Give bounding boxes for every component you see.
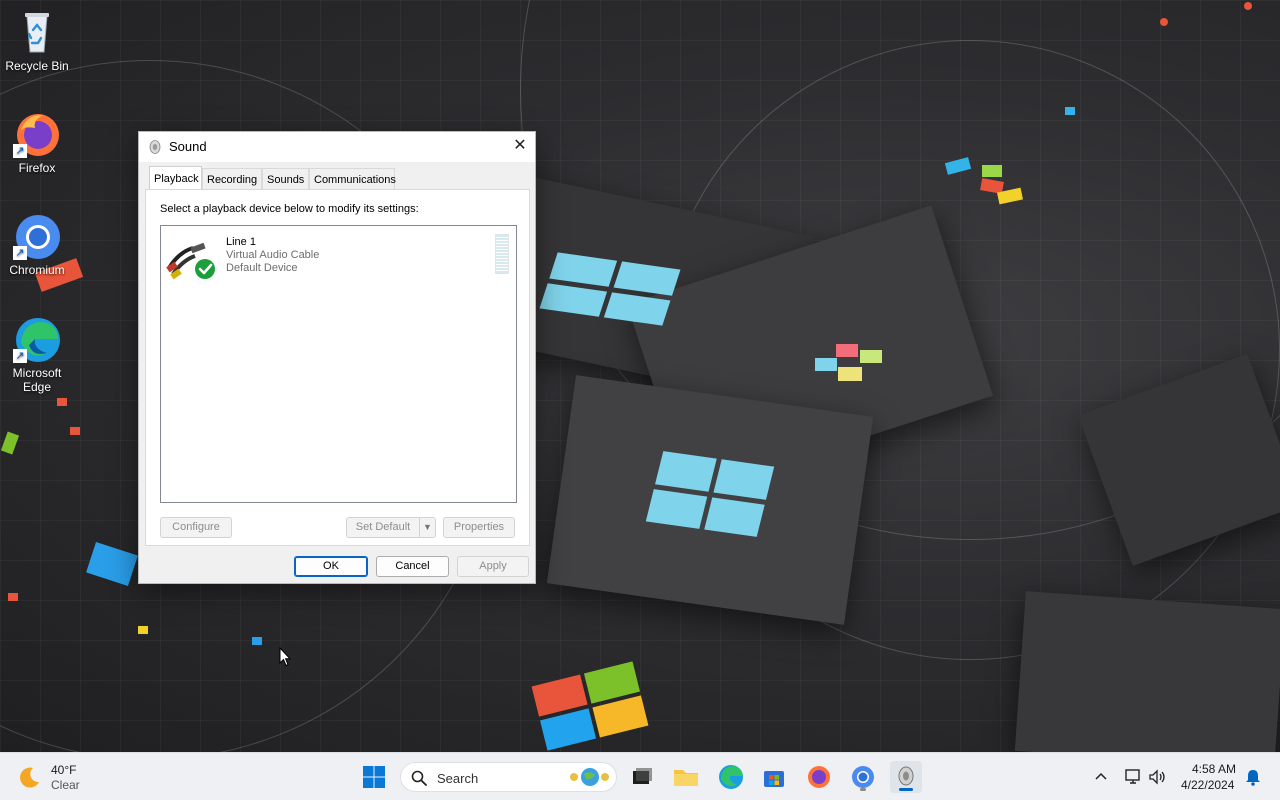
ok-button[interactable]: OK xyxy=(294,556,368,577)
clock-time[interactable]: 4:58 AM xyxy=(1192,762,1236,776)
confetti xyxy=(1160,18,1168,26)
firefox-icon: ↗ xyxy=(13,110,61,158)
task-view-button[interactable] xyxy=(626,761,658,793)
confetti xyxy=(1065,107,1075,115)
edge-icon: ↗ xyxy=(13,315,61,363)
show-hidden-icons-chevron-icon[interactable] xyxy=(1091,767,1111,787)
file-explorer-button[interactable] xyxy=(670,761,702,793)
active-indicator xyxy=(899,788,913,791)
tab-label: Communications xyxy=(314,174,396,186)
confetti xyxy=(860,350,882,363)
volume-level-meter xyxy=(495,234,509,274)
confetti xyxy=(815,358,837,371)
close-icon: ✕ xyxy=(513,137,527,154)
set-default-button[interactable]: Set Default ▼ xyxy=(346,517,436,538)
start-button[interactable] xyxy=(358,761,390,793)
weather-condition: Clear xyxy=(51,778,80,792)
edge-icon xyxy=(719,765,743,789)
tab-playback[interactable]: Playback xyxy=(149,166,202,190)
configure-button[interactable]: Configure xyxy=(160,517,232,538)
tab-communications[interactable]: Communications xyxy=(309,168,396,190)
desktop-icon-label: Chromium xyxy=(9,263,65,277)
tab-sounds[interactable]: Sounds xyxy=(262,168,309,190)
search-icon xyxy=(411,770,427,786)
button-label: Apply xyxy=(479,560,507,572)
wallpaper-card xyxy=(1014,591,1280,752)
notification-bell-icon[interactable] xyxy=(1243,767,1263,787)
tab-label: Recording xyxy=(207,174,258,186)
chromium-icon: ↗ xyxy=(13,212,61,260)
confetti xyxy=(836,344,858,357)
playback-panel: Select a playback device below to modify… xyxy=(145,189,530,546)
sound-dialog: Sound ✕ Playback Recording Sounds Commun… xyxy=(138,131,536,584)
speaker-icon xyxy=(149,140,161,154)
button-label: Configure xyxy=(172,521,220,533)
firefox-icon xyxy=(808,766,830,788)
mouse-cursor-icon xyxy=(279,647,291,667)
cancel-button[interactable]: Cancel xyxy=(376,556,449,577)
taskbar: 40°F Clear Search 4:58 AM 4/22/2024 xyxy=(0,752,1280,800)
tab-label: Playback xyxy=(154,173,199,185)
dialog-titlebar[interactable]: Sound ✕ xyxy=(139,132,535,162)
confetti xyxy=(138,626,148,634)
folder-icon xyxy=(674,770,698,786)
desktop-icon-chromium[interactable]: ↗ Chromium xyxy=(0,212,74,277)
volume-icon[interactable] xyxy=(1147,767,1167,787)
running-indicator xyxy=(860,788,866,791)
windows-logo-decoration xyxy=(645,451,775,537)
recycle-bin-icon xyxy=(13,8,61,56)
task-view-icon xyxy=(633,768,652,784)
button-label: Cancel xyxy=(395,560,430,572)
shortcut-arrow-icon: ↗ xyxy=(13,246,27,260)
desktop-icon-microsoft-edge[interactable]: ↗ Microsoft Edge xyxy=(0,315,74,394)
desktop-icon-recycle-bin[interactable]: Recycle Bin xyxy=(0,8,74,73)
device-item[interactable]: Line 1 Virtual Audio Cable Default Devic… xyxy=(165,234,509,280)
desktop-icon-label: Recycle Bin xyxy=(5,59,69,73)
desktop-icon-firefox[interactable]: ↗ Firefox xyxy=(0,110,74,175)
device-list[interactable]: Line 1 Virtual Audio Cable Default Devic… xyxy=(160,225,517,503)
moon-icon xyxy=(20,767,39,788)
dialog-title: Sound xyxy=(169,139,207,154)
store-icon xyxy=(764,771,784,787)
tab-recording[interactable]: Recording xyxy=(202,168,262,190)
confetti xyxy=(57,398,67,406)
chromium-taskbar-button[interactable] xyxy=(847,761,879,793)
shortcut-arrow-icon: ↗ xyxy=(13,144,27,158)
dropdown-arrow-icon[interactable]: ▼ xyxy=(419,518,435,537)
confetti xyxy=(70,427,80,435)
network-icon[interactable] xyxy=(1123,767,1143,787)
confetti xyxy=(1244,2,1252,10)
firefox-taskbar-button[interactable] xyxy=(803,761,835,793)
confetti xyxy=(252,637,262,645)
device-description: Virtual Audio Cable xyxy=(226,249,320,261)
close-button[interactable]: ✕ xyxy=(505,132,535,162)
confetti xyxy=(838,367,862,381)
store-button[interactable] xyxy=(758,761,790,793)
device-status: Default Device xyxy=(226,262,298,274)
clock-date[interactable]: 4/22/2024 xyxy=(1181,778,1234,792)
confetti xyxy=(982,165,1002,177)
shortcut-arrow-icon: ↗ xyxy=(13,349,27,363)
sound-taskbar-button[interactable] xyxy=(890,761,922,793)
windows-start-icon xyxy=(363,766,385,788)
tab-label: Sounds xyxy=(267,174,305,186)
confetti xyxy=(8,593,18,601)
instruction-text: Select a playback device below to modify… xyxy=(160,203,419,215)
edge-taskbar-button[interactable] xyxy=(715,761,747,793)
desktop-icon-label: Firefox xyxy=(18,161,56,175)
device-name: Line 1 xyxy=(226,236,256,248)
search-label: Search xyxy=(437,771,479,786)
weather-temperature: 40°F xyxy=(51,763,77,777)
desktop-icon-label: Microsoft Edge xyxy=(12,366,62,394)
apply-button[interactable]: Apply xyxy=(457,556,529,577)
taskbar-search-box[interactable]: Search xyxy=(400,762,617,792)
audio-cable-icon xyxy=(166,242,215,280)
search-highlight-icon xyxy=(570,768,609,786)
button-label: Set Default xyxy=(355,521,411,533)
button-label: Properties xyxy=(453,521,505,533)
properties-button[interactable]: Properties xyxy=(443,517,515,538)
button-label: OK xyxy=(323,560,339,572)
